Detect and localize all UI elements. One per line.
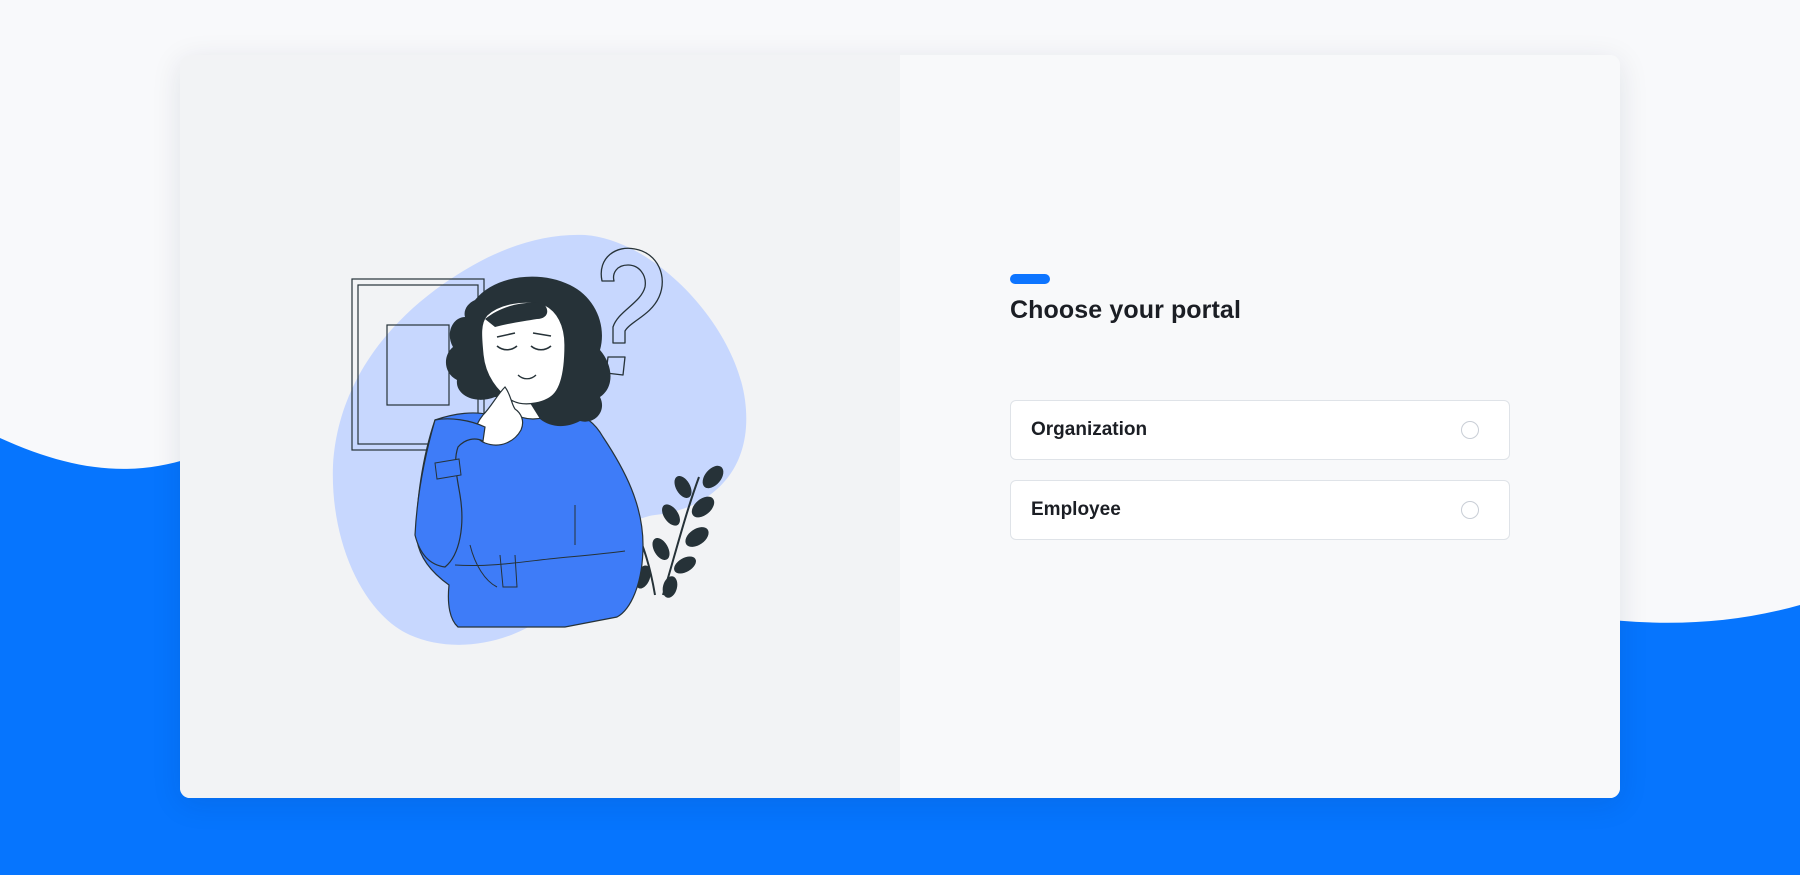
illustration-panel xyxy=(180,55,900,798)
page-title: Choose your portal xyxy=(1010,296,1241,324)
radio-button[interactable] xyxy=(1461,421,1479,439)
thinking-woman-illustration xyxy=(332,234,747,645)
portal-option-organization[interactable]: Organization xyxy=(1010,400,1510,460)
accent-bar xyxy=(1010,274,1050,284)
option-label: Organization xyxy=(1031,419,1148,440)
option-label: Employee xyxy=(1031,499,1121,520)
portal-selection-panel: Choose your portal Organization Employee xyxy=(900,55,1620,798)
portal-option-employee[interactable]: Employee xyxy=(1010,480,1510,540)
portal-card: Choose your portal Organization Employee xyxy=(180,55,1620,798)
radio-button[interactable] xyxy=(1461,501,1479,519)
